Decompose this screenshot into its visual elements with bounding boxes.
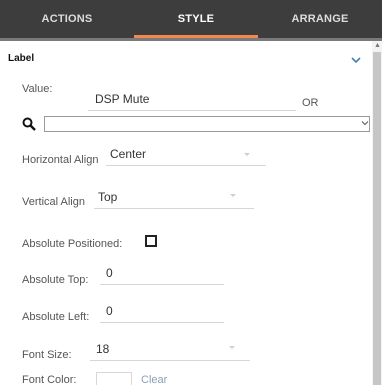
font-color-swatch[interactable] — [96, 372, 132, 385]
tab-arrange[interactable]: ARRANGE — [258, 0, 382, 38]
tab-bar-divider — [0, 38, 382, 41]
absolute-left-input[interactable]: 0 — [106, 304, 113, 318]
or-label: OR — [302, 97, 319, 109]
absolute-top-label: Absolute Top: — [22, 274, 89, 286]
chevron-down-icon[interactable] — [361, 119, 369, 127]
tab-bar: ACTIONS STYLE ARRANGE — [0, 0, 382, 38]
scrollbar-thumb[interactable] — [373, 52, 381, 385]
dropdown-arrow-icon[interactable] — [244, 153, 250, 156]
horizontal-align-select[interactable]: Center — [110, 147, 146, 161]
value-label: Value: — [22, 83, 53, 95]
tab-style[interactable]: STYLE — [134, 0, 258, 38]
font-size-underline — [90, 360, 250, 361]
scroll-up-arrow-icon[interactable]: ▲ — [374, 42, 381, 50]
chevron-down-icon[interactable] — [350, 54, 362, 66]
absolute-top-input[interactable]: 0 — [106, 266, 113, 280]
search-input[interactable] — [44, 116, 370, 132]
font-size-label: Font Size: — [22, 349, 72, 361]
horizontal-align-underline — [106, 165, 266, 166]
horizontal-align-label: Horizontal Align — [22, 154, 99, 166]
absolute-left-label: Absolute Left: — [22, 311, 90, 323]
vertical-align-underline — [94, 208, 254, 209]
value-input[interactable]: DSP Mute — [95, 92, 149, 106]
search-icon[interactable] — [22, 117, 36, 131]
value-input-underline — [88, 110, 296, 111]
absolute-positioned-label: Absolute Positioned: — [22, 238, 123, 250]
section-title: Label — [8, 53, 35, 64]
clear-color-link[interactable]: Clear — [141, 374, 167, 386]
vertical-align-label: Vertical Align — [22, 196, 85, 208]
vertical-align-select[interactable]: Top — [98, 190, 117, 204]
font-size-select[interactable]: 18 — [96, 342, 109, 356]
dropdown-arrow-icon[interactable] — [229, 346, 235, 349]
dropdown-arrow-icon[interactable] — [230, 194, 236, 197]
font-color-label: Font Color: — [22, 374, 77, 386]
absolute-positioned-checkbox[interactable] — [145, 235, 157, 247]
tab-actions[interactable]: ACTIONS — [0, 0, 134, 38]
absolute-top-underline — [100, 284, 224, 285]
absolute-left-underline — [100, 322, 224, 323]
